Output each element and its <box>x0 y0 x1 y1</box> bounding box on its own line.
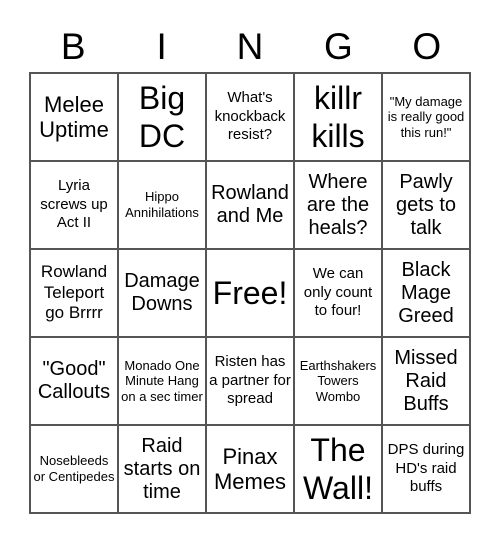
bingo-cell[interactable]: Nosebleeds or Centipedes <box>30 425 118 513</box>
bingo-cell[interactable]: What's knockback resist? <box>206 73 294 161</box>
bingo-cell[interactable]: Melee Uptime <box>30 73 118 161</box>
bingo-cell[interactable]: Pawly gets to talk <box>382 161 470 249</box>
free-space[interactable]: Free! <box>206 249 294 337</box>
bingo-cell[interactable]: "My damage is really good this run!" <box>382 73 470 161</box>
header-letter-g: G <box>324 26 353 67</box>
bingo-cell[interactable]: Lyria screws up Act II <box>30 161 118 249</box>
bingo-cell[interactable]: Rowland and Me <box>206 161 294 249</box>
bingo-cell[interactable]: Where are the heals? <box>294 161 382 249</box>
bingo-cell[interactable]: killr kills <box>294 73 382 161</box>
bingo-cell[interactable]: Risten has a partner for spread <box>206 337 294 425</box>
bingo-cell[interactable]: Big DC <box>118 73 206 161</box>
bingo-cell[interactable]: "Good" Callouts <box>30 337 118 425</box>
bingo-cell[interactable]: Earthshakers Towers Wombo <box>294 337 382 425</box>
header-letter-n: N <box>236 26 264 67</box>
bingo-cell[interactable]: We can only count to four! <box>294 249 382 337</box>
bingo-cell[interactable]: DPS during HD's raid buffs <box>382 425 470 513</box>
bingo-cell[interactable]: Damage Downs <box>118 249 206 337</box>
bingo-header: B I N G O <box>29 22 471 72</box>
bingo-cell[interactable]: Hippo Annihilations <box>118 161 206 249</box>
bingo-cell[interactable]: Monado One Minute Hang on a sec timer <box>118 337 206 425</box>
bingo-cell[interactable]: Pinax Memes <box>206 425 294 513</box>
header-letter-i: I <box>156 26 167 67</box>
bingo-cell[interactable]: Raid starts on time <box>118 425 206 513</box>
header-letter-b: B <box>60 26 86 67</box>
header-letter-o: O <box>412 26 442 67</box>
bingo-cell[interactable]: The Wall! <box>294 425 382 513</box>
bingo-cell[interactable]: Black Mage Greed <box>382 249 470 337</box>
bingo-grid: Melee Uptime Big DC What's knockback res… <box>29 72 471 514</box>
bingo-cell[interactable]: Missed Raid Buffs <box>382 337 470 425</box>
bingo-cell[interactable]: Rowland Teleport go Brrrr <box>30 249 118 337</box>
